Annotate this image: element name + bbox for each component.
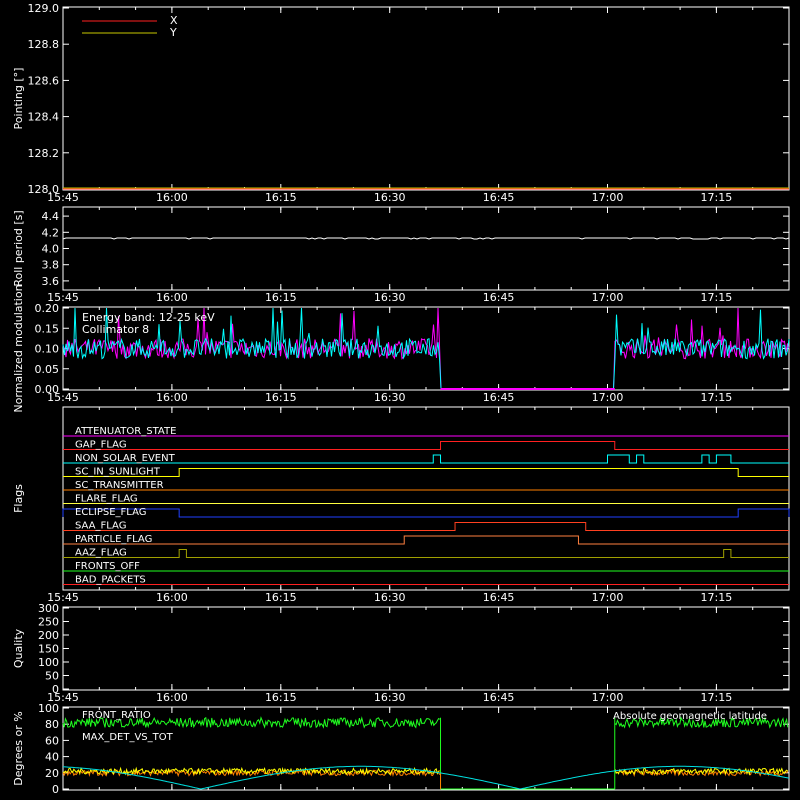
flag-label: BAD_PACKETS: [75, 575, 146, 586]
x-tick-label: 17:00: [592, 591, 624, 604]
flag-label: FRONTS_OFF: [75, 561, 140, 572]
x-tick-label: 16:00: [156, 691, 188, 704]
y-tick-label: 4.2: [42, 226, 60, 239]
y-tick-label: 4.0: [42, 243, 60, 256]
x-tick-label: 16:45: [483, 191, 515, 204]
x-tick-label: 16:45: [483, 291, 515, 304]
x-tick-label: 16:30: [374, 291, 406, 304]
y-tick-label: 20: [45, 767, 59, 780]
flag-label: SAA_FLAG: [75, 521, 126, 532]
x-tick-label: 16:45: [483, 391, 515, 404]
y-axis-label: Roll period [s]: [12, 210, 25, 286]
y-tick-label: 128.8: [28, 38, 60, 51]
x-tick-label: 17:15: [701, 391, 733, 404]
x-tick-label: 16:45: [483, 691, 515, 704]
flag-label: SC_IN_SUNLIGHT: [75, 467, 161, 478]
x-tick-label: 16:00: [156, 291, 188, 304]
y-tick-label: 0.10: [35, 343, 60, 356]
x-tick-label: 17:00: [592, 691, 624, 704]
x-tick-label: 17:15: [701, 691, 733, 704]
x-tick-label: 17:00: [592, 391, 624, 404]
y-axis-label: Pointing [°]: [12, 68, 25, 130]
y-tick-label: 129.0: [28, 2, 60, 15]
y-axis-label: Flags: [12, 484, 25, 513]
y-tick-label: 4.4: [42, 210, 60, 223]
y-tick-label: 300: [38, 602, 59, 615]
y-tick-label: 40: [45, 751, 59, 764]
y-tick-label: 80: [45, 718, 59, 731]
y-tick-label: 0: [52, 683, 59, 696]
legend-label: Y: [169, 26, 177, 39]
x-tick-label: 16:30: [374, 391, 406, 404]
y-tick-label: 128.2: [28, 147, 60, 160]
x-tick-label: 16:00: [156, 591, 188, 604]
y-tick-label: 250: [38, 616, 59, 629]
flag-label: AAZ_FLAG: [75, 548, 127, 559]
y-tick-label: 100: [38, 702, 59, 715]
legend-label: Absolute geomagnetic latitude: [613, 711, 767, 722]
y-tick-label: 128.0: [28, 183, 60, 196]
x-tick-label: 16:00: [156, 391, 188, 404]
y-tick-label: 3.6: [42, 275, 60, 288]
y-tick-label: 0.15: [35, 322, 60, 335]
y-tick-label: 0.20: [35, 302, 60, 315]
y-axis-label: Degrees or %: [12, 711, 25, 785]
y-tick-label: 128.4: [28, 111, 60, 124]
x-tick-label: 16:15: [265, 591, 297, 604]
x-tick-label: 16:15: [265, 691, 297, 704]
legend-label: FRONT_RATIO: [82, 710, 151, 721]
legend-label: Collimator 8: [82, 323, 149, 336]
x-tick-label: 17:00: [592, 191, 624, 204]
y-axis-label: Normalized modulation: [12, 284, 25, 412]
y-tick-label: 0: [52, 783, 59, 796]
y-tick-label: 50: [45, 670, 59, 683]
stix-quicklook-chart: 15:45 16:00 16:15 16:30 16:45 17:00 17:15128.0…: [0, 0, 800, 800]
x-tick-label: 16:15: [265, 391, 297, 404]
y-tick-label: 150: [38, 643, 59, 656]
flag-label: FLARE_FLAG: [75, 494, 138, 505]
x-tick-label: 16:15: [265, 191, 297, 204]
y-tick-label: 200: [38, 629, 59, 642]
flag-label: PARTICLE_FLAG: [75, 534, 152, 545]
x-tick-label: 17:15: [701, 191, 733, 204]
y-tick-label: 0.05: [35, 363, 60, 376]
x-tick-label: 16:30: [374, 591, 406, 604]
y-tick-label: 60: [45, 734, 59, 747]
x-tick-label: 17:15: [701, 291, 733, 304]
flag-label: NON_SOLAR_EVENT: [75, 453, 176, 464]
x-tick-label: 16:15: [265, 291, 297, 304]
y-tick-label: 3.8: [42, 259, 60, 272]
flag-label: SC_TRANSMITTER: [75, 480, 164, 491]
legend-label: MAX_DET_VS_TOT: [82, 732, 174, 743]
x-tick-label: 17:00: [592, 291, 624, 304]
flag-label: ATTENUATOR_STATE: [75, 426, 176, 437]
y-tick-label: 100: [38, 656, 59, 669]
x-tick-label: 16:45: [483, 591, 515, 604]
x-tick-label: 17:15: [701, 591, 733, 604]
flag-label: GAP_FLAG: [75, 440, 127, 451]
x-tick-label: 16:30: [374, 691, 406, 704]
x-tick-label: 16:00: [156, 191, 188, 204]
y-axis-label: Quality: [12, 628, 25, 668]
flag-label: ECLIPSE_FLAG: [75, 507, 146, 518]
y-tick-label: 128.6: [28, 74, 60, 87]
y-tick-label: 0.00: [35, 383, 60, 396]
x-tick-label: 16:30: [374, 191, 406, 204]
